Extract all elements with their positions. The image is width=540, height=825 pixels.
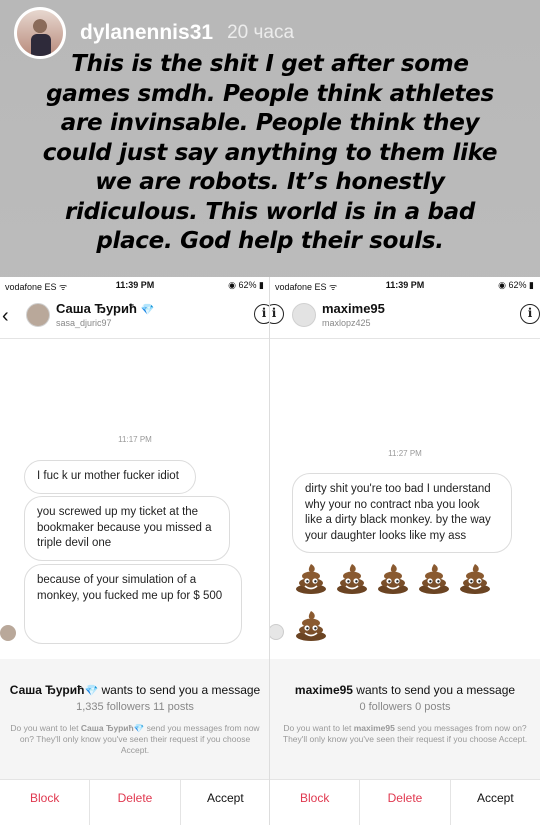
verified-gem-icon: 💎	[140, 304, 155, 316]
poop-emoji-icon	[458, 561, 492, 595]
sender-handle: maxlopz425	[322, 318, 371, 328]
sender-avatar[interactable]	[26, 303, 50, 327]
battery-indicator: ◉ 62% ▮	[228, 280, 264, 290]
message-bubble[interactable]: you screwed up my ticket at the bookmake…	[24, 496, 230, 561]
story-username[interactable]: dylanennis31	[80, 21, 213, 45]
block-button[interactable]: Block	[0, 780, 91, 825]
sender-mini-avatar	[0, 625, 16, 641]
sender-name[interactable]: maxime95	[322, 301, 385, 316]
caption-line: place. God help their souls.	[96, 228, 444, 254]
delete-button[interactable]: Delete	[90, 780, 181, 825]
sender-name[interactable]: Саша Ђурић 💎	[56, 301, 154, 316]
request-title: maxime95 wants to send you a message	[294, 683, 516, 697]
poop-emoji-icon	[294, 561, 328, 595]
info-icon[interactable]: i	[520, 304, 540, 324]
message-bubble[interactable]: because of your simulation of a monkey, …	[24, 564, 242, 644]
message-timestamp: 11:27 PM	[388, 449, 422, 458]
status-bar: vodafone ES ᯤ 11:39 PM ◉ 62% ▮	[0, 277, 269, 295]
back-chevron-icon[interactable]: ‹	[2, 305, 9, 328]
message-request-panel: maxime95 wants to send you a message 0 f…	[270, 659, 540, 779]
poop-emoji-icon	[294, 608, 328, 642]
caption-line: are invinsable. People think they	[60, 110, 480, 136]
sender-avatar[interactable]	[292, 303, 316, 327]
thread-header: i maxime95 maxlopz425 i	[270, 295, 540, 339]
request-note: Do you want to let maxime95 send you mes…	[282, 723, 528, 744]
request-title: Саша Ђурић💎 wants to send you a message	[9, 683, 261, 697]
emoji-message-row[interactable]	[294, 608, 328, 642]
poop-emoji-icon	[417, 561, 451, 595]
right-dm-screenshot: vodafone ES ᯤ 11:39 PM ◉ 62% ▮ i maxime9…	[270, 277, 540, 825]
thread-header: ‹ Саша Ђурић 💎 sasa_djuric97 i	[0, 295, 269, 339]
accept-button[interactable]: Accept	[451, 780, 540, 825]
caption-line: ridiculous. This world is in a bad	[64, 198, 476, 225]
poop-emoji-icon	[376, 561, 410, 595]
request-actions: Block Delete Accept	[270, 779, 540, 825]
poop-emoji-icon	[335, 561, 369, 595]
sender-mini-avatar	[270, 624, 284, 640]
info-icon[interactable]: i	[254, 304, 269, 324]
left-dm-screenshot: vodafone ES ᯤ 11:39 PM ◉ 62% ▮ ‹ Саша Ђу…	[0, 277, 270, 825]
block-button[interactable]: Block	[270, 780, 361, 825]
screenshot-pair: vodafone ES ᯤ 11:39 PM ◉ 62% ▮ ‹ Саша Ђу…	[0, 277, 540, 825]
caption-line: This is the shit I get after some	[71, 51, 469, 77]
status-bar: vodafone ES ᯤ 11:39 PM ◉ 62% ▮	[270, 277, 540, 295]
info-icon[interactable]: i	[270, 304, 284, 324]
story-caption: This is the shit I get after some games …	[18, 50, 522, 257]
accept-button[interactable]: Accept	[181, 780, 269, 825]
request-stats: 1,335 followers 11 posts	[76, 701, 194, 713]
request-actions: Block Delete Accept	[0, 779, 269, 825]
verified-gem-icon: 💎	[84, 685, 99, 697]
message-bubble[interactable]: dirty shit you're too bad I understand w…	[292, 473, 512, 553]
caption-line: could just say anything to them like	[42, 139, 498, 166]
message-timestamp: 11:17 PM	[118, 435, 152, 444]
delete-button[interactable]: Delete	[360, 780, 451, 825]
caption-line: we are robots. It’s honestly	[95, 169, 445, 195]
caption-line: games smdh. People think athletes	[46, 80, 494, 107]
story-time: 20 часа	[227, 22, 295, 43]
battery-indicator: ◉ 62% ▮	[498, 280, 534, 290]
message-bubble[interactable]: I fuc k ur mother fucker idiot	[24, 460, 196, 494]
request-stats: 0 followers 0 posts	[359, 701, 451, 713]
message-request-panel: Саша Ђурић💎 wants to send you a message …	[0, 659, 269, 779]
emoji-message-row[interactable]	[294, 561, 492, 595]
request-note: Do you want to let Саша Ђурић💎 send you …	[10, 723, 260, 755]
sender-handle: sasa_djuric97	[56, 318, 112, 328]
